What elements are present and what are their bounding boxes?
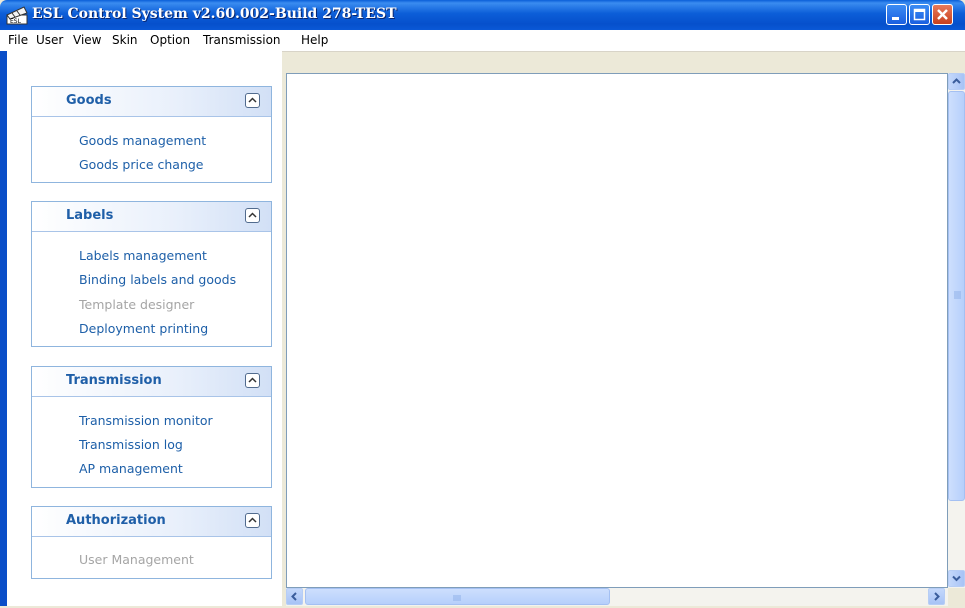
authorization-panel-title: Authorization (66, 513, 166, 528)
scroll-down-button[interactable] (948, 570, 965, 587)
scroll-up-button[interactable] (948, 73, 965, 90)
horizontal-scrollbar[interactable] (286, 588, 948, 606)
goods-panel-header[interactable]: Goods (32, 87, 271, 117)
vertical-scroll-thumb[interactable] (948, 91, 965, 501)
title-bar[interactable]: ESL ESL Control System v2.60.002-Build 2… (0, 0, 965, 30)
maximize-button[interactable] (909, 4, 930, 25)
user-management-link: User Management (79, 552, 194, 567)
main-content-area[interactable] (286, 73, 948, 588)
goods-price-change-link[interactable]: Goods price change (79, 157, 204, 172)
labels-collapse-button[interactable] (245, 208, 260, 223)
close-button[interactable] (932, 4, 953, 25)
authorization-panel-header[interactable]: Authorization (32, 507, 271, 537)
transmission-collapse-button[interactable] (245, 373, 260, 388)
labels-panel: Labels Labels management Binding labels … (31, 201, 272, 347)
menu-view[interactable]: View (73, 33, 101, 47)
horizontal-scroll-thumb[interactable] (305, 588, 610, 605)
authorization-panel: Authorization User Management (31, 506, 272, 579)
menu-bar: File User View Skin Option Transmission … (0, 30, 965, 52)
menu-transmission[interactable]: Transmission (203, 33, 281, 47)
transmission-monitor-link[interactable]: Transmission monitor (79, 413, 213, 428)
labels-panel-header[interactable]: Labels (32, 202, 271, 232)
window-title: ESL Control System v2.60.002-Build 278-T… (32, 6, 397, 22)
scroll-left-button[interactable] (286, 588, 303, 605)
chevron-down-icon (952, 575, 961, 582)
template-designer-link: Template designer (79, 297, 195, 312)
chevron-up-icon (248, 377, 257, 383)
menu-help[interactable]: Help (301, 33, 328, 47)
chevron-up-icon (248, 97, 257, 103)
transmission-log-link[interactable]: Transmission log (79, 437, 183, 452)
chevron-up-icon (952, 78, 961, 84)
scroll-right-button[interactable] (928, 588, 945, 605)
authorization-collapse-button[interactable] (245, 513, 260, 528)
goods-panel-title: Goods (66, 93, 112, 108)
labels-management-link[interactable]: Labels management (79, 248, 207, 263)
labels-panel-title: Labels (66, 208, 114, 223)
menu-user[interactable]: User (36, 33, 63, 47)
close-icon (937, 9, 948, 20)
menu-file[interactable]: File (8, 33, 28, 47)
deployment-printing-link[interactable]: Deployment printing (79, 321, 208, 336)
binding-labels-goods-link[interactable]: Binding labels and goods (79, 272, 236, 287)
maximize-icon (913, 8, 926, 21)
svg-text:ESL: ESL (10, 18, 22, 25)
minimize-icon (892, 17, 899, 20)
ap-management-link[interactable]: AP management (79, 461, 183, 476)
vertical-scrollbar[interactable] (948, 73, 965, 588)
minimize-button[interactable] (886, 4, 907, 25)
app-icon: ESL (6, 6, 28, 25)
transmission-panel-header[interactable]: Transmission (32, 367, 271, 397)
chevron-left-icon (291, 592, 297, 601)
sidebar: Goods Goods management Goods price chang… (7, 51, 282, 606)
transmission-panel-title: Transmission (66, 373, 162, 388)
menu-option[interactable]: Option (150, 33, 190, 47)
goods-panel: Goods Goods management Goods price chang… (31, 86, 272, 183)
goods-collapse-button[interactable] (245, 93, 260, 108)
grip-icon (954, 291, 961, 299)
chevron-up-icon (248, 517, 257, 523)
window-left-border (0, 51, 7, 606)
scrollbar-corner (948, 588, 965, 606)
transmission-panel: Transmission Transmission monitor Transm… (31, 366, 272, 488)
chevron-up-icon (248, 212, 257, 218)
chevron-right-icon (934, 592, 940, 601)
menu-skin[interactable]: Skin (112, 33, 138, 47)
goods-management-link[interactable]: Goods management (79, 133, 206, 148)
grip-icon (453, 595, 461, 601)
